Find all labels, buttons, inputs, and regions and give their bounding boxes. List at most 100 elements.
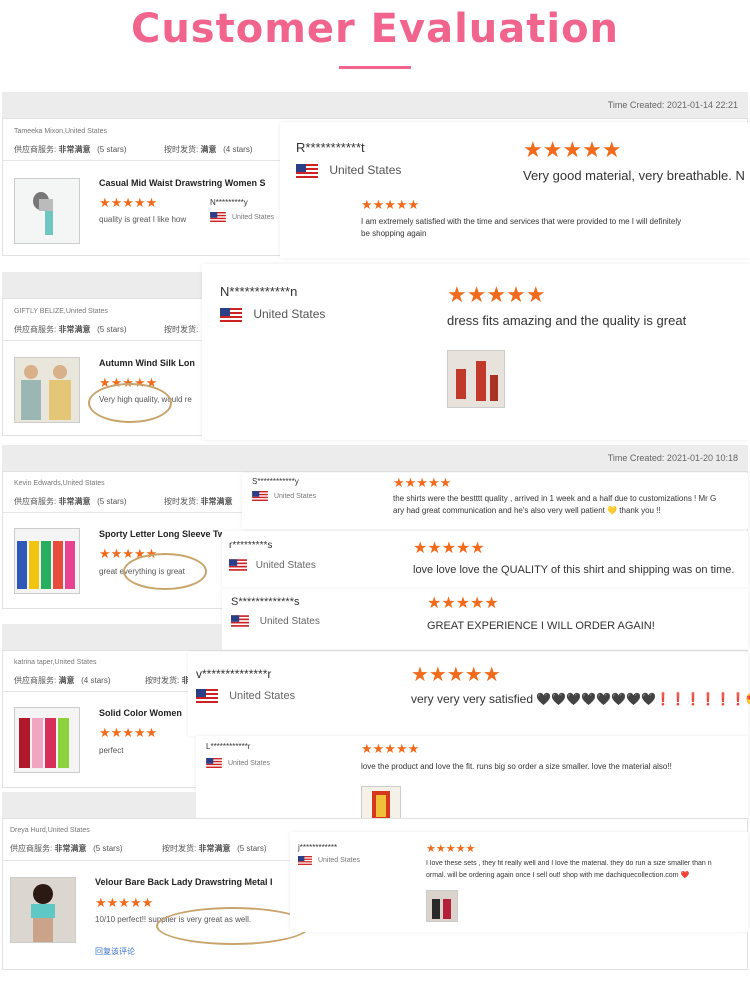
product-image bbox=[17, 541, 75, 589]
reviewer-info: katrina taper,United States bbox=[14, 659, 97, 666]
reviewer-country: United States bbox=[220, 307, 325, 322]
delivery-rating: 按时发货: 非常满意 (5 stars) bbox=[162, 844, 267, 853]
review-text: I love these sets , they fit really well… bbox=[426, 860, 712, 867]
time-created-label: Time Created: 2021-01-14 22:21 bbox=[607, 100, 738, 110]
review-image bbox=[432, 899, 451, 919]
card-header-bar bbox=[2, 792, 196, 818]
us-flag-icon bbox=[196, 689, 218, 703]
review-popup bbox=[290, 832, 748, 932]
title-underline bbox=[339, 66, 411, 69]
review-stars: ★★★★★ bbox=[447, 282, 546, 307]
product-thumbnail[interactable] bbox=[14, 178, 80, 244]
reviewer-name: v**************r bbox=[196, 667, 272, 681]
time-created-bar: Time Created: 2021-01-14 22:21 bbox=[2, 92, 748, 118]
product-image bbox=[19, 718, 69, 768]
rating-stars: ★★★★★ bbox=[99, 725, 158, 740]
reviewer-country: United States bbox=[252, 491, 316, 501]
review-text: I am extremely satisfied with the time a… bbox=[361, 217, 682, 226]
supplier-rating: 供应商服务: 非常满意 (5 stars) bbox=[10, 844, 123, 853]
product-thumbnail[interactable] bbox=[14, 528, 80, 594]
reviewer-country: United States bbox=[206, 758, 270, 768]
review-text-continued: ormal. will be ordering again once I sel… bbox=[426, 872, 690, 879]
delivery-rating: 按时发货: 满意 (4 stars) bbox=[164, 145, 253, 154]
reviewer-info: Kevin Edwards,United States bbox=[14, 480, 105, 487]
review-stars: ★★★★★ bbox=[523, 137, 622, 162]
product-image bbox=[31, 884, 55, 942]
reviewer-name: j************ bbox=[298, 843, 338, 852]
review-photo[interactable] bbox=[426, 890, 458, 922]
review-text: the shirts were the bestttt quality , ar… bbox=[393, 494, 717, 503]
reviewer-name: S*************s bbox=[231, 596, 300, 608]
reviewer-country: United States bbox=[229, 559, 316, 571]
reviewer-name: S************y bbox=[252, 477, 299, 486]
product-name[interactable]: Solid Color Women bbox=[99, 708, 189, 718]
us-flag-icon bbox=[229, 559, 247, 571]
highlight-oval bbox=[156, 907, 310, 945]
review-stars: ★★★★★ bbox=[427, 595, 499, 612]
product-thumbnail[interactable] bbox=[10, 877, 76, 943]
reviewer-info: Tameeka Mixon,United States bbox=[14, 128, 107, 135]
rating-stars: ★★★★★ bbox=[95, 895, 154, 910]
review-stars: ★★★★★ bbox=[411, 664, 501, 686]
review-text-continued: be shopping again bbox=[361, 229, 427, 238]
review-text: dress fits amazing and the quality is gr… bbox=[447, 313, 687, 328]
review-text: very very very satisfied 🖤🖤🖤🖤🖤🖤🖤🖤❗❗❗❗❗❗😍… bbox=[411, 692, 750, 706]
supplier-rating: 供应商服务: 满意 (4 stars) bbox=[14, 676, 111, 685]
product-name[interactable]: Casual Mid Waist Drawstring Women S bbox=[99, 178, 281, 188]
review-text-continued: ary had great communication and he's als… bbox=[393, 506, 661, 515]
product-name[interactable]: Autumn Wind Silk Lon bbox=[99, 358, 203, 368]
highlight-oval bbox=[123, 553, 207, 590]
reviewer-country: United States bbox=[196, 689, 295, 703]
review-stars: ★★★★★ bbox=[413, 540, 485, 557]
time-created-bar: Time Created: 2021-01-20 10:18 bbox=[2, 445, 748, 471]
reviewer-info: Dreya Hurd,United States bbox=[10, 827, 90, 834]
reply-link[interactable]: 回复该评论 bbox=[95, 946, 135, 957]
us-flag-icon bbox=[252, 491, 268, 501]
review-stars: ★★★★★ bbox=[361, 197, 420, 212]
reviewer-name: r*********s bbox=[229, 540, 273, 551]
product-thumbnail[interactable] bbox=[14, 707, 80, 773]
highlight-oval bbox=[88, 383, 172, 423]
reviewer-name: L************r bbox=[206, 742, 251, 751]
us-flag-icon bbox=[210, 212, 226, 222]
review-text: love the product and love the fit. runs … bbox=[361, 762, 672, 771]
reviewer-name: R***********t bbox=[296, 140, 365, 155]
review-text: Very good material, very breathable. N bbox=[523, 168, 745, 183]
review-comment: perfect bbox=[99, 746, 124, 755]
product-name[interactable]: Velour Bare Back Lady Drawstring Metal I bbox=[95, 877, 289, 887]
delivery-rating: 按时发货: 非常满意 bbox=[164, 497, 233, 506]
reviewer-country: United States bbox=[210, 212, 274, 222]
reviewer-country: United States bbox=[296, 163, 401, 178]
product-name[interactable]: Sporty Letter Long Sleeve Two bbox=[99, 529, 242, 539]
us-flag-icon bbox=[298, 856, 312, 865]
supplier-rating: 供应商服务: 非常满意 (5 stars) bbox=[14, 145, 127, 154]
review-stars: ★★★★★ bbox=[361, 741, 420, 756]
delivery-rating: 按时发货: bbox=[164, 325, 199, 334]
page-title: Customer Evaluation bbox=[130, 6, 620, 52]
reviewer-info: GIFTLY BELIZE,United States bbox=[14, 308, 108, 315]
review-image bbox=[456, 361, 498, 401]
us-flag-icon bbox=[206, 758, 222, 768]
us-flag-icon bbox=[296, 163, 318, 178]
card-header-bar bbox=[2, 624, 222, 650]
review-popup bbox=[196, 736, 748, 828]
product-thumbnail[interactable] bbox=[14, 357, 80, 423]
review-text: love love love the QUALITY of this shirt… bbox=[413, 564, 735, 576]
supplier-rating: 供应商服务: 非常满意 (5 stars) bbox=[14, 497, 127, 506]
rating-stars: ★★★★★ bbox=[99, 195, 158, 210]
review-stars: ★★★★★ bbox=[426, 843, 476, 855]
supplier-rating: 供应商服务: 非常满意 (5 stars) bbox=[14, 325, 127, 334]
time-created-label: Time Created: 2021-01-20 10:18 bbox=[607, 453, 738, 463]
review-comment: quality is great I like how bbox=[99, 215, 187, 224]
us-flag-icon bbox=[220, 307, 242, 322]
us-flag-icon bbox=[231, 615, 249, 627]
reviewer-name: N*********y bbox=[210, 198, 248, 207]
reviewer-country: United States bbox=[298, 856, 360, 865]
reviewer-country: United States bbox=[231, 615, 320, 627]
product-image bbox=[21, 365, 71, 420]
review-stars: ★★★★★ bbox=[393, 475, 452, 490]
review-photo[interactable] bbox=[447, 350, 505, 408]
product-image bbox=[33, 192, 53, 235]
review-text: GREAT EXPERIENCE I WILL ORDER AGAIN! bbox=[427, 620, 655, 632]
reviewer-name: N************n bbox=[220, 284, 298, 299]
